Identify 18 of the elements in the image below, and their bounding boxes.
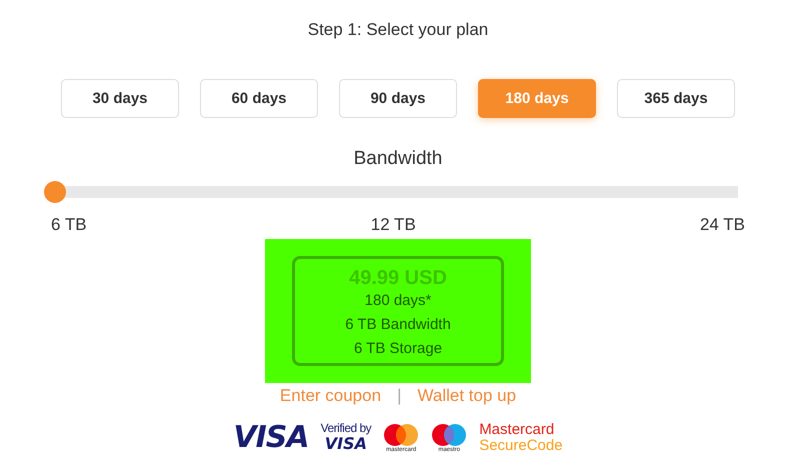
separator: | [397, 386, 402, 406]
tick-label: 6 TB [51, 215, 87, 235]
verified-by-visa-logo: Verified by VISA [320, 422, 372, 453]
plan-detail: 6 TB Bandwidth [345, 315, 451, 335]
bandwidth-label: Bandwidth [354, 148, 442, 170]
price: 49.99 USD [349, 267, 447, 289]
mastercard-securecode-logo: Mastercard SecureCode [479, 422, 563, 454]
plan-tab[interactable]: 365 days [617, 79, 735, 118]
plan-tab[interactable]: 90 days [339, 79, 457, 118]
visa-logo: VISA [233, 420, 309, 455]
tick-label: 12 TB [370, 215, 416, 235]
plan-detail: 6 TB Storage [354, 339, 442, 359]
step-title: Step 1: Select your plan [308, 20, 488, 41]
plan-tab[interactable]: 60 days [200, 79, 318, 118]
tick-label: 24 TB [700, 215, 745, 235]
plan-detail: 180 days* [364, 291, 432, 311]
slider-thumb[interactable] [44, 181, 66, 203]
plan-tab[interactable]: 30 days [61, 79, 179, 118]
